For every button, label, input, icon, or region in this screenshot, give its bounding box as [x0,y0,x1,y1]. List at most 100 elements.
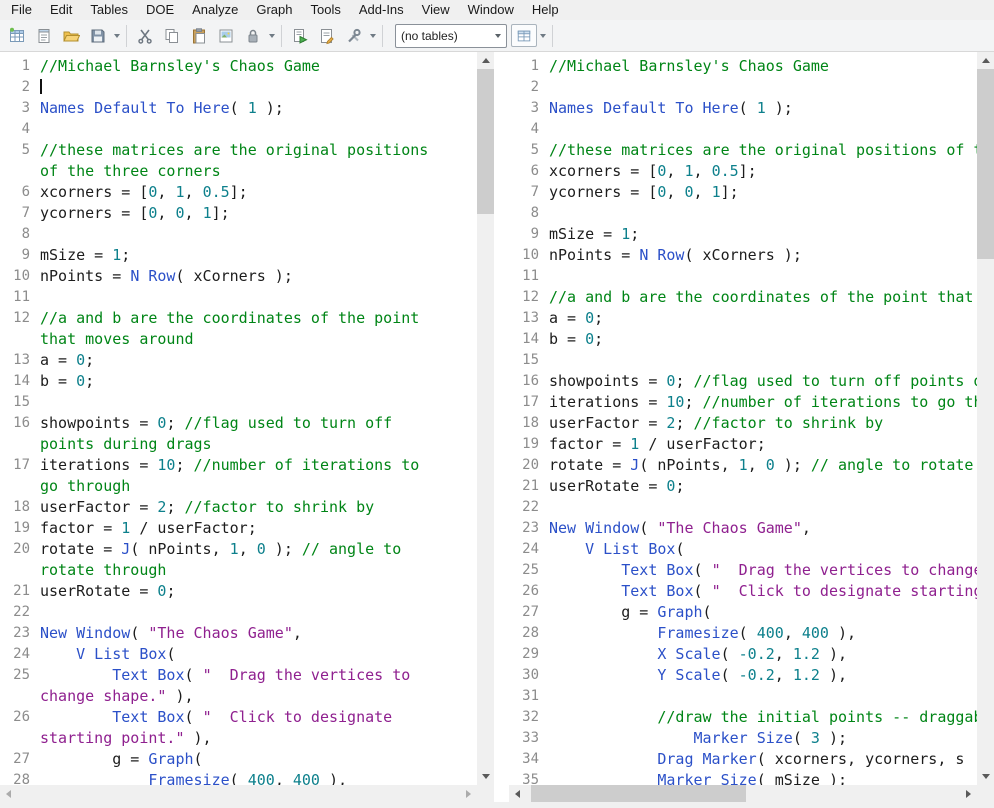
scroll-down-button[interactable] [977,768,994,785]
menu-item-add-ins[interactable]: Add-Ins [350,0,413,20]
line-number: 1 [509,56,549,77]
code-line: 2 [0,77,477,98]
menu-item-analyze[interactable]: Analyze [183,0,247,20]
vertical-scroll-thumb[interactable] [477,69,494,214]
line-number: 17 [509,392,549,413]
code-line: 14b = 0; [509,329,977,350]
code-line: 29 X Scale( -0.2, 1.2 ), [509,644,977,665]
code-text: //draw the initial points -- draggable [549,707,977,728]
chevron-down-icon[interactable] [490,25,506,47]
code-text: mSize = 1; [40,245,477,266]
copy-button[interactable] [158,23,185,48]
toolbar-overflow-chevron[interactable] [367,23,378,48]
code-text: xcorners = [0, 1, 0.5]; [549,161,977,182]
code-line: 27 g = Graph( [0,749,477,770]
left-horizontal-scrollbar[interactable] [0,785,477,802]
vertical-scroll-thumb[interactable] [977,69,994,259]
scroll-left-button[interactable] [509,785,526,802]
right-horizontal-scrollbar[interactable] [509,785,977,802]
menu-item-edit[interactable]: Edit [41,0,81,20]
code-line: 23New Window( "The Chaos Game", [509,518,977,539]
new-data-table-icon [8,27,26,45]
scroll-up-button[interactable] [977,52,994,69]
left-vertical-scrollbar[interactable] [477,52,494,785]
horizontal-scroll-thumb[interactable] [531,785,746,802]
cut-icon [136,27,154,45]
scroll-up-button[interactable] [477,52,494,69]
code-text: mSize = 1; [549,224,977,245]
line-number: 16 [0,413,40,434]
toolbar-overflow-chevron[interactable] [111,23,122,48]
script-pane-right: 1//Michael Barnsley's Chaos Game23Names … [509,52,994,802]
code-line: 8 [0,224,477,245]
open-button[interactable] [57,23,84,48]
table-list-button[interactable] [511,24,537,47]
scroll-right-button[interactable] [960,785,977,802]
code-text: g = Graph( [40,749,477,770]
new-journal-button[interactable] [30,23,57,48]
line-number: 14 [509,329,549,350]
code-line: 33 Marker Size( 3 ); [509,728,977,749]
line-number: 6 [0,182,40,203]
code-text: nPoints = N Row( xCorners ); [549,245,977,266]
code-line: 5//these matrices are the original posit… [0,140,477,182]
menu-item-tools[interactable]: Tools [302,0,350,20]
code-text: Marker Size( 3 ); [549,728,977,749]
code-text: //Michael Barnsley's Chaos Game [40,56,477,77]
tools-button[interactable] [340,23,367,48]
code-text: xcorners = [0, 1, 0.5]; [40,182,477,203]
code-line: 21userRotate = 0; [509,476,977,497]
code-text: showpoints = 0; //flag used to turn off … [40,413,477,455]
left-code-area[interactable]: 1//Michael Barnsley's Chaos Game23Names … [0,52,477,785]
code-text: rotate = J( nPoints, 1, 0 ); // angle to… [549,455,977,476]
code-line: 12//a and b are the coordinates of the p… [509,287,977,308]
menu-item-help[interactable]: Help [523,0,568,20]
line-number: 24 [509,539,549,560]
window-bottom-edge [0,802,994,808]
toolbar-overflow-chevron[interactable] [537,23,548,48]
save-button[interactable] [84,23,111,48]
tables-dropdown[interactable]: (no tables) [395,24,507,48]
code-line: 11 [509,266,977,287]
menu-item-graph[interactable]: Graph [247,0,301,20]
new-data-table-button[interactable] [3,23,30,48]
scroll-left-button[interactable] [0,785,17,802]
line-number: 11 [509,266,549,287]
code-line: 14b = 0; [0,371,477,392]
scroll-down-button[interactable] [477,768,494,785]
line-number: 15 [509,350,549,371]
code-line: 10nPoints = N Row( xCorners ); [0,266,477,287]
code-text: Marker Size( mSize ); [549,770,977,785]
new-script-button[interactable] [313,23,340,48]
pane-splitter[interactable] [494,52,509,802]
copy-picture-button[interactable] [212,23,239,48]
line-number: 2 [0,77,40,98]
menu-item-window[interactable]: Window [459,0,523,20]
code-line: 24 V List Box( [509,539,977,560]
scroll-right-button[interactable] [460,785,477,802]
code-line: 4 [509,119,977,140]
paste-button[interactable] [185,23,212,48]
menu-item-file[interactable]: File [2,0,41,20]
toolbar-overflow-chevron[interactable] [266,23,277,48]
code-text: factor = 1 / userFactor; [549,434,977,455]
code-text: userFactor = 2; //factor to shrink by [40,497,477,518]
menu-item-doe[interactable]: DOE [137,0,183,20]
cut-button[interactable] [131,23,158,48]
menu-item-tables[interactable]: Tables [81,0,137,20]
toolbar-separator [382,25,383,47]
right-code-area[interactable]: 1//Michael Barnsley's Chaos Game23Names … [509,52,977,785]
line-number: 26 [0,707,40,728]
code-line: 11 [0,287,477,308]
menu-item-view[interactable]: View [413,0,459,20]
line-number: 18 [509,413,549,434]
code-text: ycorners = [0, 0, 1]; [40,203,477,224]
code-line: 7ycorners = [0, 0, 1]; [509,182,977,203]
code-line: 7ycorners = [0, 0, 1]; [0,203,477,224]
run-script-button[interactable] [286,23,313,48]
lock-button[interactable] [239,23,266,48]
right-vertical-scrollbar[interactable] [977,52,994,785]
toolbar-separator [126,25,127,47]
code-line: 16showpoints = 0; //flag used to turn of… [509,371,977,392]
line-number: 26 [509,581,549,602]
